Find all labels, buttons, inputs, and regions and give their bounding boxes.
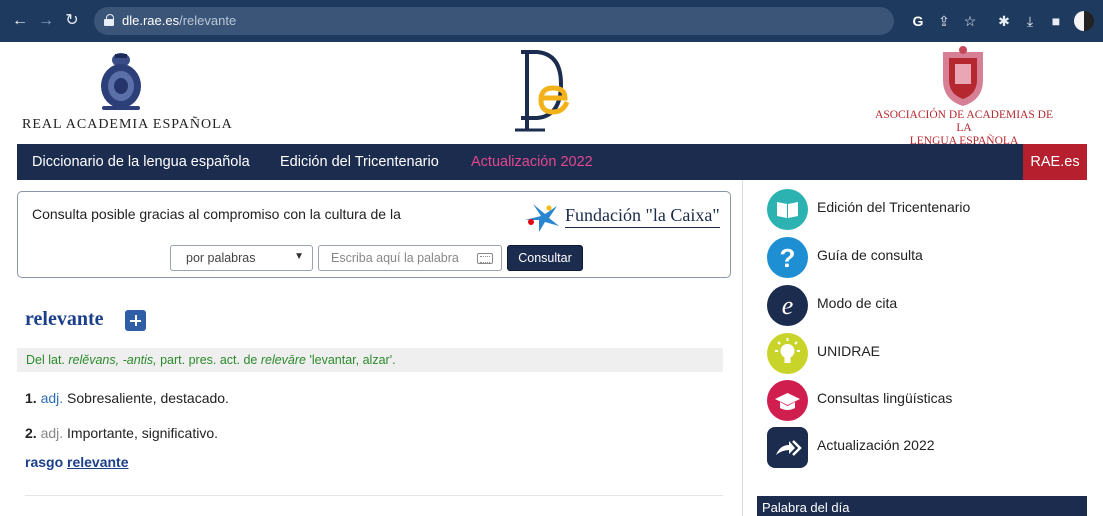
etym-mid: part. pres. act. de bbox=[156, 353, 261, 367]
search-panel: Consulta posible gracias al compromiso c… bbox=[17, 191, 731, 278]
etym-latin-1: relĕvans, -antis, bbox=[68, 353, 157, 367]
url-text: dle.rae.es/relevante bbox=[122, 13, 237, 28]
fast-forward-arrow-icon bbox=[767, 427, 808, 468]
svg-text:e: e bbox=[782, 291, 794, 320]
la-caixa-logo[interactable]: Fundación "la Caixa" bbox=[523, 200, 723, 234]
etym-prefix: Del lat. bbox=[26, 353, 69, 367]
site-header: REAL ACADEMIA ESPAÑOLA ASOCIACIÓN DE ACA… bbox=[17, 42, 1087, 147]
rasgo-prefix: rasgo bbox=[25, 454, 64, 470]
rasgo-link[interactable]: relevante bbox=[67, 454, 128, 470]
lightbulb-icon bbox=[767, 333, 808, 374]
search-mode-value: por palabras bbox=[186, 251, 256, 265]
back-arrow-icon[interactable]: ← bbox=[10, 11, 30, 31]
keyboard-icon[interactable] bbox=[477, 253, 493, 264]
forward-arrow-icon[interactable]: → bbox=[36, 11, 56, 31]
search-mode-select[interactable]: por palabras ▼ bbox=[170, 245, 313, 271]
etymology: Del lat. relĕvans, -antis, part. pres. a… bbox=[17, 348, 723, 372]
definition-1: 1. adj. Sobresaliente, destacado. bbox=[25, 390, 229, 406]
sponsor-text: Consulta posible gracias al compromiso c… bbox=[32, 206, 401, 222]
palabra-del-dia-header: Palabra del día bbox=[757, 496, 1087, 516]
definition-text: Importante, significativo. bbox=[67, 425, 219, 441]
asale-crest-icon[interactable] bbox=[935, 46, 991, 108]
definition-text: Sobresaliente, destacado. bbox=[67, 390, 229, 406]
nav-diccionario[interactable]: Diccionario de la lengua española bbox=[32, 154, 250, 170]
sidebar-item-edicion-tricentenario[interactable]: Edición del Tricentenario bbox=[767, 189, 1067, 231]
sidebar-item-label: Modo de cita bbox=[817, 295, 898, 311]
reload-icon[interactable]: ↻ bbox=[62, 11, 82, 31]
nav-actualizacion-2022[interactable]: Actualización 2022 bbox=[471, 154, 593, 170]
extensions-puzzle-icon[interactable]: ✱ bbox=[994, 11, 1014, 31]
question-icon: ? bbox=[767, 237, 808, 278]
sponsor-name: Fundación "la Caixa" bbox=[565, 205, 720, 228]
sidebar-item-label: Guía de consulta bbox=[817, 247, 923, 263]
sidebar-divider bbox=[742, 180, 743, 516]
divider bbox=[25, 495, 723, 496]
etym-latin-2: relevāre bbox=[260, 353, 307, 367]
rae-name: REAL ACADEMIA ESPAÑOLA bbox=[22, 117, 233, 132]
download-icon[interactable]: ⤓ bbox=[1020, 11, 1040, 31]
definition-number: 1. bbox=[25, 390, 37, 406]
sidebar-item-label: UNIDRAE bbox=[817, 343, 881, 359]
definition-2: 2. adj. Importante, significativo. bbox=[25, 425, 218, 441]
definition-number: 2. bbox=[25, 425, 37, 441]
main-nav: Diccionario de la lengua española Edició… bbox=[17, 144, 1087, 180]
sidebar-item-label: Actualización 2022 bbox=[817, 437, 935, 453]
plus-icon[interactable] bbox=[125, 310, 146, 331]
sidebar-item-actualizacion-2022[interactable]: Actualización 2022 bbox=[767, 427, 1067, 469]
etym-suffix: 'levantar, alzar'. bbox=[306, 353, 396, 367]
rasgo-relevante: rasgo relevante bbox=[25, 454, 129, 470]
svg-text:?: ? bbox=[780, 243, 796, 273]
profile-avatar[interactable] bbox=[1074, 11, 1094, 31]
sidebar-item-modo-cita[interactable]: e Modo de cita bbox=[767, 285, 1067, 327]
google-icon[interactable]: G bbox=[908, 11, 928, 31]
rae-crest-icon[interactable] bbox=[96, 50, 146, 114]
browser-toolbar: ← → ↻ dle.rae.es/relevante G ⇪ ☆ ✱ ⤓ ■ bbox=[0, 0, 1103, 42]
search-input[interactable]: Escriba aquí la palabra bbox=[318, 245, 502, 271]
sidebar-item-label: Edición del Tricentenario bbox=[817, 199, 971, 215]
e-letter-icon: e bbox=[767, 285, 808, 326]
sidebar-item-unidrae[interactable]: UNIDRAE bbox=[767, 333, 1067, 375]
sidebar-item-guia-consulta[interactable]: ? Guía de consulta bbox=[767, 237, 1067, 279]
asale-name: ASOCIACIÓN DE ACADEMIAS DE LA LENGUA ESP… bbox=[869, 109, 1059, 148]
address-bar[interactable]: dle.rae.es/relevante bbox=[94, 7, 894, 35]
abbreviation-link[interactable]: adj. bbox=[41, 390, 64, 406]
nav-edicion-tricentenario[interactable]: Edición del Tricentenario bbox=[280, 154, 439, 170]
dle-logo[interactable] bbox=[507, 44, 577, 134]
search-placeholder: Escriba aquí la palabra bbox=[331, 251, 459, 265]
abbreviation-link[interactable]: adj. bbox=[41, 425, 64, 441]
nav-rae-es[interactable]: RAE.es bbox=[1023, 144, 1087, 180]
side-panel-icon[interactable]: ■ bbox=[1046, 11, 1066, 31]
bookmark-star-icon[interactable]: ☆ bbox=[960, 11, 980, 31]
lock-icon bbox=[104, 14, 114, 26]
asale-name-line1: ASOCIACIÓN DE ACADEMIAS DE LA bbox=[875, 109, 1053, 134]
sidebar-item-consultas-linguisticas[interactable]: Consultas lingüísticas bbox=[767, 380, 1067, 422]
sidebar-item-label: Consultas lingüísticas bbox=[817, 390, 953, 406]
chevron-down-icon: ▼ bbox=[294, 251, 304, 262]
consultar-button[interactable]: Consultar bbox=[507, 245, 583, 271]
book-icon bbox=[767, 189, 808, 230]
share-icon[interactable]: ⇪ bbox=[934, 11, 954, 31]
entry-headword: relevante bbox=[25, 308, 104, 330]
graduation-cap-icon bbox=[767, 380, 808, 421]
la-caixa-star-icon bbox=[525, 204, 559, 232]
